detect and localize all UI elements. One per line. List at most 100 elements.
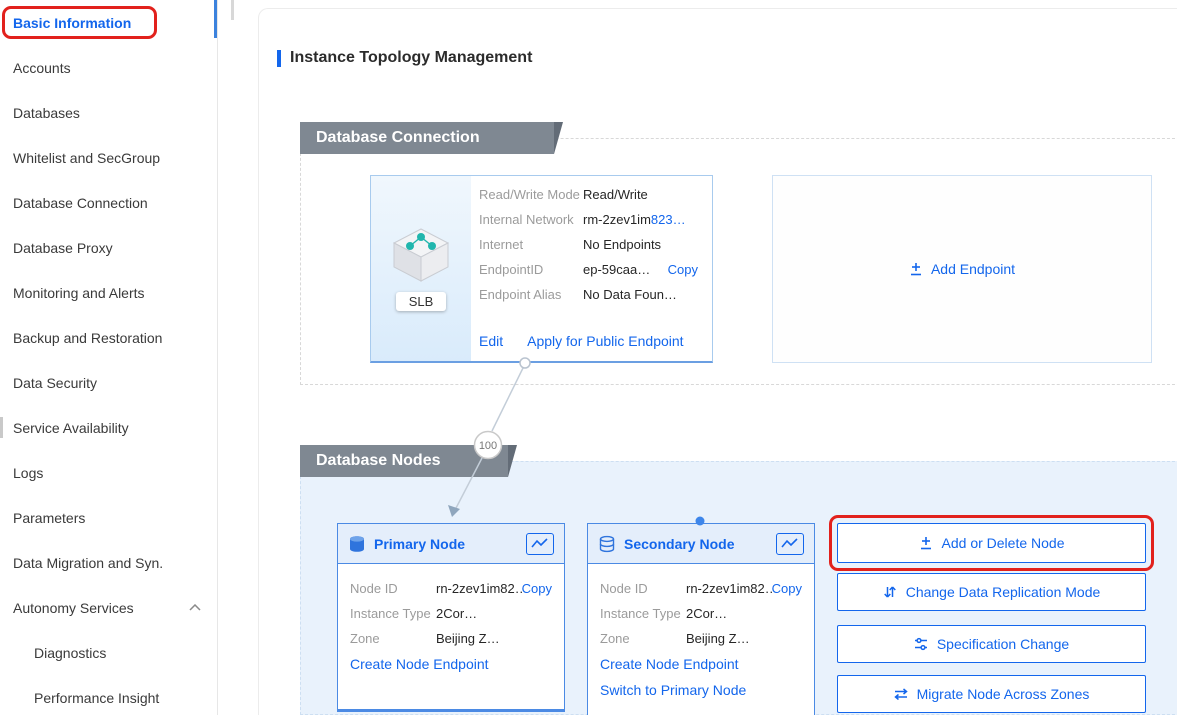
migrate-node-across-zones-button[interactable]: Migrate Node Across Zones xyxy=(837,675,1146,713)
switch-to-primary-link[interactable]: Switch to Primary Node xyxy=(600,677,802,703)
sidebar-item-accounts[interactable]: Accounts xyxy=(0,45,217,90)
sidebar-item-diagnostics[interactable]: Diagnostics xyxy=(0,630,217,675)
secondary-node-header: Secondary Node xyxy=(588,524,814,564)
sidebar-item-performance-insight[interactable]: Performance Insight xyxy=(0,675,217,715)
database-filled-icon xyxy=(348,535,366,553)
line-chart-icon xyxy=(531,538,549,550)
sidebar-item-autonomy-services[interactable]: Autonomy Services xyxy=(0,585,217,630)
sidebar-item-label: Autonomy Services xyxy=(13,600,134,616)
kv-row-node-id: Node ID rn-2zev1im82… Copy xyxy=(350,576,552,601)
slb-label-badge: SLB xyxy=(396,292,447,311)
apply-public-endpoint-link[interactable]: Apply for Public Endpoint xyxy=(527,333,683,349)
kv-label: Node ID xyxy=(600,581,686,596)
copy-node-id-link[interactable]: Copy xyxy=(772,581,802,596)
primary-node-header: Primary Node xyxy=(338,524,564,564)
kv-value: rn-2zev1im82… xyxy=(686,581,772,596)
kv-label: Instance Type xyxy=(350,606,436,621)
kv-label: Internal Network xyxy=(479,212,583,227)
kv-value: rn-2zev1im82… xyxy=(436,581,522,596)
kv-value: ep-59caa… xyxy=(583,262,650,277)
sidebar-scrollbar-thumb[interactable] xyxy=(214,0,217,38)
kv-label: Endpoint Alias xyxy=(479,287,583,302)
primary-node-body: Node ID rn-2zev1im82… Copy Instance Type… xyxy=(338,564,564,677)
slb-actions: Edit Apply for Public Endpoint xyxy=(479,333,684,349)
slb-endpoint-card: SLB Read/Write Mode Read/Write Internal … xyxy=(370,175,713,363)
kv-row-instance-type: Instance Type 2Cor… xyxy=(350,601,552,626)
sidebar-item-service-availability[interactable]: Service Availability xyxy=(0,405,217,450)
sidebar-item-database-connection[interactable]: Database Connection xyxy=(0,180,217,225)
secondary-node-monitor-button[interactable] xyxy=(776,533,804,555)
sidebar-item-databases[interactable]: Databases xyxy=(0,90,217,135)
kv-label: Zone xyxy=(600,631,686,646)
specification-change-button[interactable]: Specification Change xyxy=(837,625,1146,663)
content-scrollbar-thumb[interactable] xyxy=(231,0,234,20)
page-title-block: Instance Topology Management xyxy=(277,49,532,67)
kv-row-readwrite-mode: Read/Write Mode Read/Write xyxy=(479,182,698,207)
copy-endpoint-id-link[interactable]: Copy xyxy=(668,262,698,277)
kv-value: Beijing Z… xyxy=(686,631,750,646)
kv-value: rm-2zev1im xyxy=(583,212,651,227)
kv-value: No Data Foun… xyxy=(583,287,677,302)
connection-section-banner: Database Connection xyxy=(300,122,554,154)
button-label: Add or Delete Node xyxy=(942,535,1065,551)
sidebar-item-data-migration[interactable]: Data Migration and Syn. xyxy=(0,540,217,585)
secondary-node-body: Node ID rn-2zev1im82… Copy Instance Type… xyxy=(588,564,814,703)
kv-label: Read/Write Mode xyxy=(479,187,583,202)
add-endpoint-label: Add Endpoint xyxy=(931,261,1015,277)
sidebar-item-data-security[interactable]: Data Security xyxy=(0,360,217,405)
button-label: Specification Change xyxy=(937,636,1069,652)
edit-link[interactable]: Edit xyxy=(479,333,503,349)
sidebar-item-monitoring-alerts[interactable]: Monitoring and Alerts xyxy=(0,270,217,315)
kv-label: Instance Type xyxy=(600,606,686,621)
nodes-section-banner: Database Nodes xyxy=(300,445,508,477)
kv-row-zone: Zone Beijing Z… xyxy=(600,626,802,651)
kv-label: EndpointID xyxy=(479,262,583,277)
kv-value: Beijing Z… xyxy=(436,631,500,646)
sidebar-item-whitelist-secgroup[interactable]: Whitelist and SecGroup xyxy=(0,135,217,180)
secondary-node-title: Secondary Node xyxy=(624,536,734,552)
kv-row-endpoint-id: EndpointID ep-59caa… Copy xyxy=(479,257,698,282)
sidebar-item-database-proxy[interactable]: Database Proxy xyxy=(0,225,217,270)
page-title: Instance Topology Management xyxy=(290,49,532,67)
button-label: Migrate Node Across Zones xyxy=(917,686,1090,702)
plus-underline-icon xyxy=(909,262,923,276)
primary-node-title: Primary Node xyxy=(374,536,465,552)
slb-icon-panel: SLB xyxy=(371,176,471,361)
kv-label: Internet xyxy=(479,237,583,252)
sidebar-item-parameters[interactable]: Parameters xyxy=(0,495,217,540)
kv-label: Node ID xyxy=(350,581,436,596)
title-accent-bar xyxy=(277,50,281,67)
sidebar-item-logs[interactable]: Logs xyxy=(0,450,217,495)
sidebar-item-backup-restoration[interactable]: Backup and Restoration xyxy=(0,315,217,360)
create-node-endpoint-link[interactable]: Create Node Endpoint xyxy=(350,651,552,677)
secondary-node-card: Secondary Node Node ID rn-2zev1im82… Cop… xyxy=(587,523,815,715)
kv-row-internal-network: Internal Network rm-2zev1im 823… xyxy=(479,207,698,232)
kv-label: Zone xyxy=(350,631,436,646)
database-outline-icon xyxy=(598,535,616,553)
kv-row-internet: Internet No Endpoints xyxy=(479,232,698,257)
sidebar: Basic Information Accounts Databases Whi… xyxy=(0,0,218,715)
plus-underline-icon xyxy=(919,536,933,550)
arrows-left-right-icon xyxy=(894,688,908,700)
console-screen: Basic Information Accounts Databases Whi… xyxy=(0,0,1177,715)
arrows-up-down-icon xyxy=(883,585,897,599)
add-or-delete-node-button[interactable]: Add or Delete Node xyxy=(837,523,1146,563)
add-endpoint-button[interactable]: Add Endpoint xyxy=(772,175,1152,363)
kv-value: No Endpoints xyxy=(583,237,661,252)
copy-node-id-link[interactable]: Copy xyxy=(522,581,552,596)
kv-value: Read/Write xyxy=(583,187,648,202)
kv-value: 2Cor… xyxy=(436,606,477,621)
kv-value: 2Cor… xyxy=(686,606,727,621)
kv-row-node-id: Node ID rn-2zev1im82… Copy xyxy=(600,576,802,601)
primary-node-monitor-button[interactable] xyxy=(526,533,554,555)
kv-row-instance-type: Instance Type 2Cor… xyxy=(600,601,802,626)
create-node-endpoint-link[interactable]: Create Node Endpoint xyxy=(600,651,802,677)
change-replication-mode-button[interactable]: Change Data Replication Mode xyxy=(837,573,1146,611)
sidebar-item-basic-information[interactable]: Basic Information xyxy=(0,0,217,45)
chevron-up-icon xyxy=(189,604,201,611)
slb-details: Read/Write Mode Read/Write Internal Netw… xyxy=(471,176,712,361)
internal-network-link[interactable]: 823… xyxy=(651,212,686,227)
primary-node-card: Primary Node Node ID rn-2zev1im82… Copy … xyxy=(337,523,565,712)
kv-row-zone: Zone Beijing Z… xyxy=(350,626,552,651)
line-chart-icon xyxy=(781,538,799,550)
